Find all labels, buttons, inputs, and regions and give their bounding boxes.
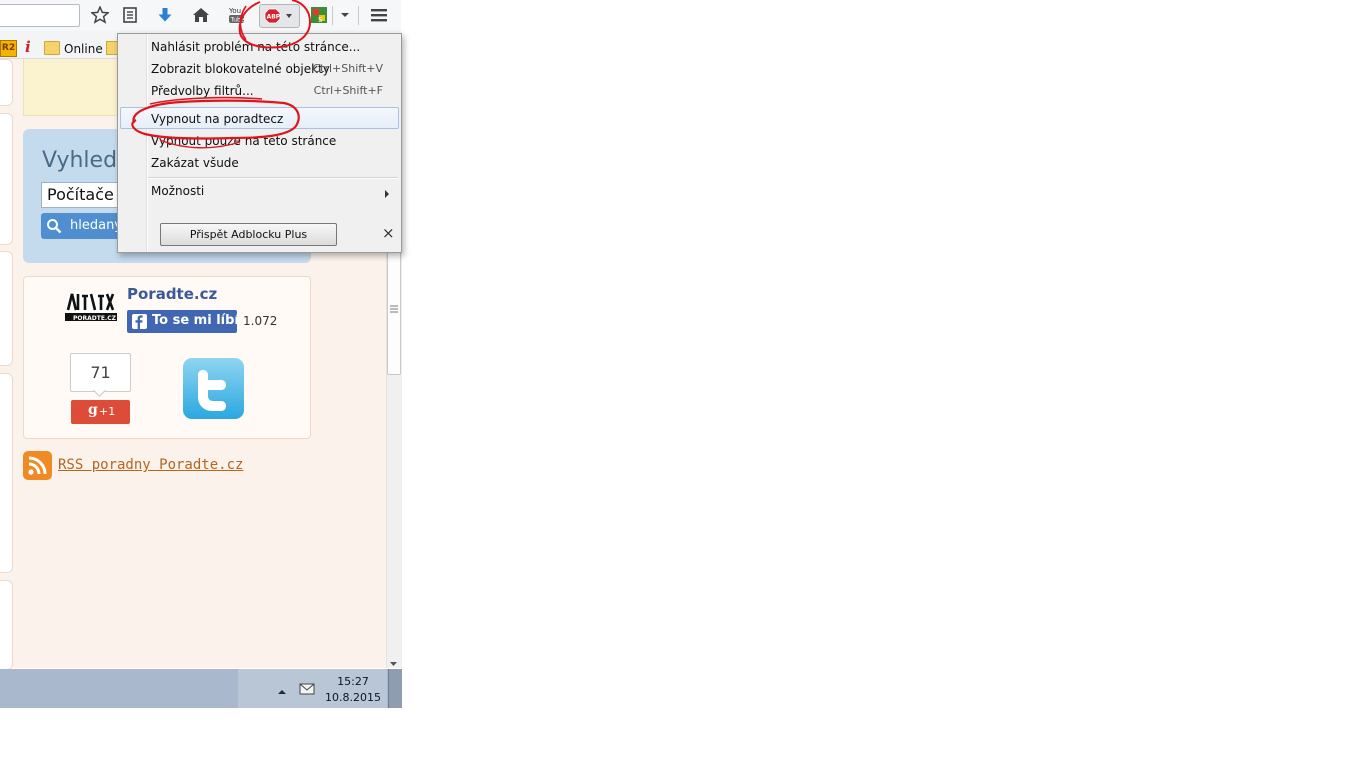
annotation-marks [131,0,312,149]
menu-item-label: Možnosti [151,184,205,198]
gplus-button[interactable]: g +1 [71,400,130,424]
scroll-down-arrow-icon[interactable] [389,656,398,670]
mail-icon[interactable] [299,683,315,698]
svg-text:PORADTE.CZ: PORADTE.CZ [73,315,117,322]
search-button-label: hledany [70,218,122,233]
clock-date: 10.8.2015 [325,691,381,704]
submenu-arrow-icon [384,187,390,201]
close-icon[interactable]: × [382,224,395,242]
like-label: To se mi líbí [152,313,239,328]
contribute-button[interactable]: Přispět Adblocku Plus [160,223,337,246]
rss-link[interactable]: RSS poradny Poradte.cz [58,457,243,473]
facebook-icon [132,314,147,329]
rss-icon[interactable] [23,451,52,480]
show-desktop-button[interactable] [388,669,402,708]
clock[interactable]: 15:27 10.8.2015 [322,674,384,706]
left-panel [0,373,13,573]
poradte-logo: PORADTE.CZ [64,290,118,323]
menu-item-options[interactable]: Možnosti [151,181,391,201]
like-count: 1.072 [243,314,278,328]
site-name-link[interactable]: Poradte.cz [127,285,217,303]
clock-time: 15:27 [337,675,369,688]
menu-separator [148,177,398,179]
gplus-g-icon: g [88,402,98,418]
left-panel [0,251,13,366]
left-panel [0,580,13,670]
search-input[interactable]: Počítače a [41,182,128,208]
facebook-like-button[interactable]: To se mi líbí [127,310,239,333]
gplus-label: +1 [99,405,116,418]
search-button[interactable]: hledany [41,213,122,239]
search-icon [47,219,62,234]
twitter-icon[interactable] [183,358,244,419]
scrollbar-thumb[interactable] [387,248,401,375]
tray-expand-icon[interactable] [277,685,287,699]
